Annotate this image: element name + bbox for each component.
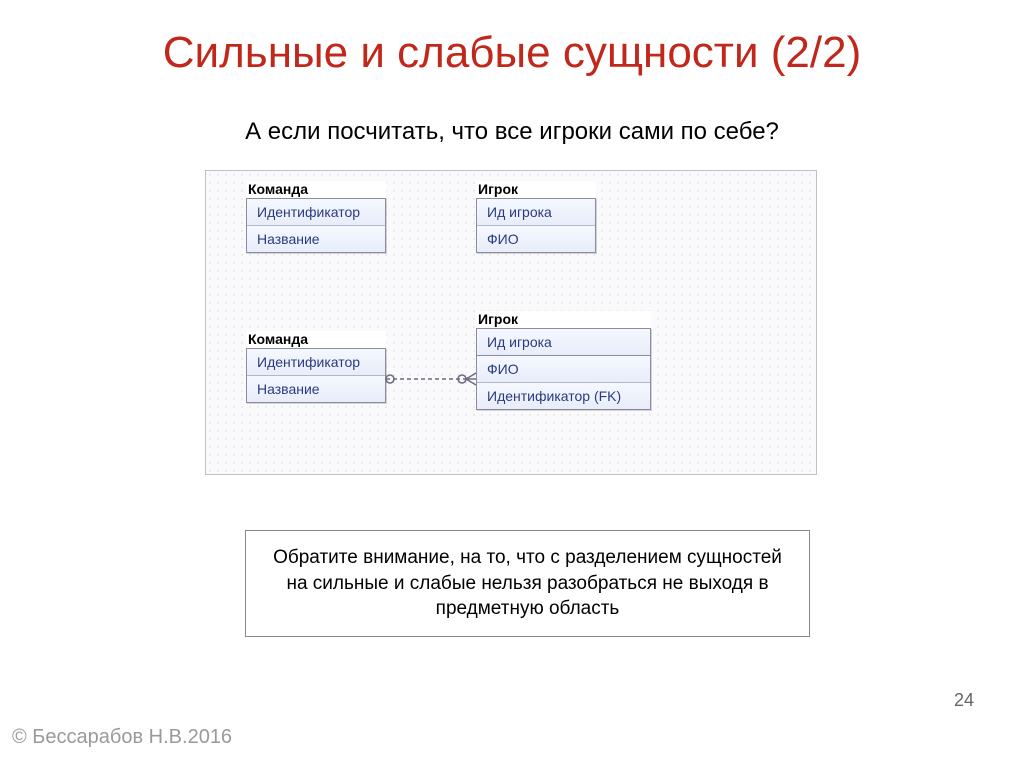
entity-attr: ФИО [477, 356, 650, 383]
entity-attr: Идентификатор (FK) [477, 383, 650, 409]
entity-pk: Ид игрока [477, 329, 650, 355]
entity-label: Игрок [476, 181, 596, 197]
er-diagram: Команда Идентификатор Название Игрок Ид … [205, 170, 817, 475]
entity-attr: Название [247, 376, 385, 402]
copyright: © Бессарабов Н.В.2016 [12, 726, 232, 749]
entity-label: Команда [246, 331, 386, 347]
entity-label: Игрок [476, 311, 651, 327]
entity-attr: Идентификатор [247, 349, 385, 376]
entity-label: Команда [246, 181, 386, 197]
entity-player-top: Игрок Ид игрока ФИО [476, 181, 596, 253]
relationship-line [386, 369, 478, 389]
slide-title: Сильные и слабые сущности (2/2) [0, 28, 1024, 78]
entity-team-bottom: Команда Идентификатор Название [246, 331, 386, 403]
entity-attr: Название [247, 226, 385, 252]
entity-attr: Ид игрока [477, 199, 595, 226]
page-number: 24 [954, 690, 974, 711]
entity-attr: Идентификатор [247, 199, 385, 226]
note-box: Обратите внимание, на то, что с разделен… [245, 530, 810, 637]
entity-team-top: Команда Идентификатор Название [246, 181, 386, 253]
entity-attr: ФИО [477, 226, 595, 252]
entity-player-bottom: Игрок Ид игрока ФИО Идентификатор (FK) [476, 311, 651, 410]
slide-subtitle: А если посчитать, что все игроки сами по… [0, 118, 1024, 146]
